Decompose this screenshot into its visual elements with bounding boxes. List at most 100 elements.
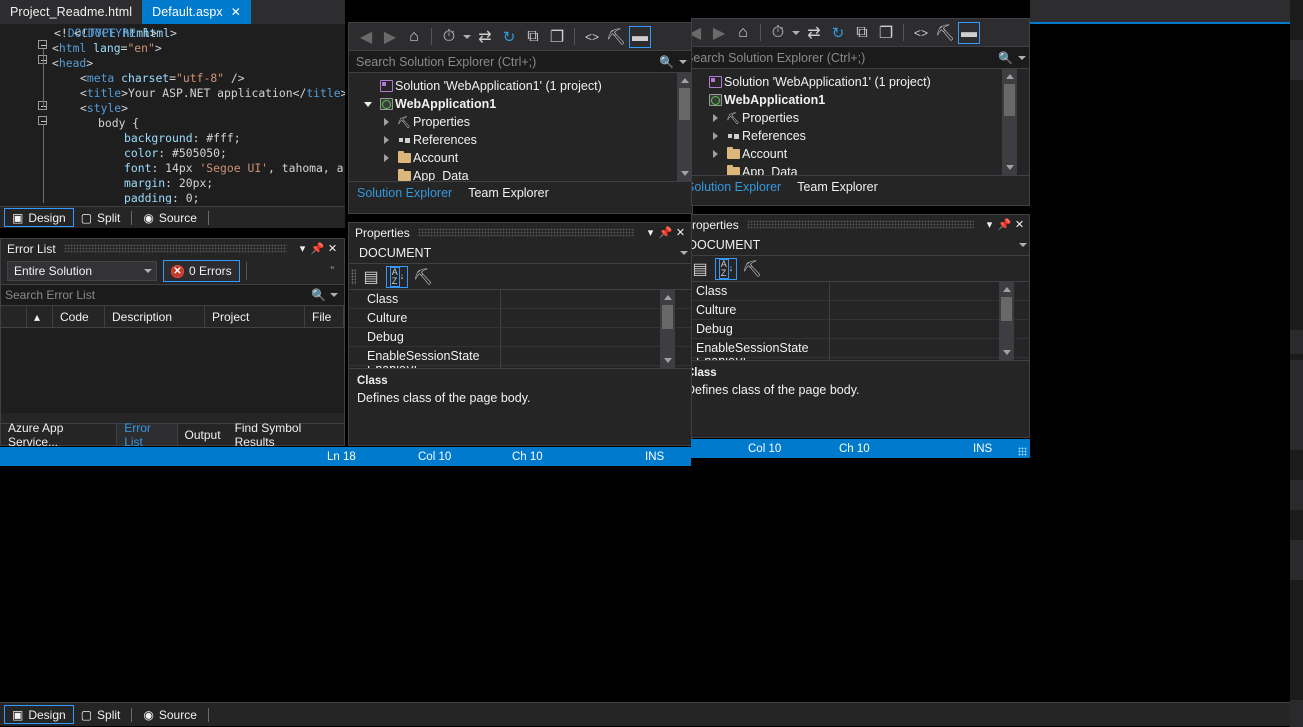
- pending-changes-icon[interactable]: ⏱: [438, 26, 460, 48]
- tree-expander-closed[interactable]: [706, 132, 724, 140]
- chevron-down-icon[interactable]: [679, 60, 687, 64]
- properties-grid-secondary[interactable]: Class Culture Debug EnableSessionState E…: [691, 282, 1030, 360]
- chevron-down-icon[interactable]: ▾: [643, 226, 658, 239]
- tab-team-explorer[interactable]: Team Explorer: [460, 182, 557, 203]
- scrollbar-thumb[interactable]: [679, 88, 690, 120]
- scrollbar-segment[interactable]: [1290, 540, 1303, 580]
- tab-find-symbol-results[interactable]: Find Symbol Results: [228, 424, 344, 445]
- tree-expander-closed[interactable]: [706, 114, 724, 122]
- chevron-down-icon[interactable]: ▾: [295, 242, 310, 255]
- search-icon[interactable]: 🔍: [659, 55, 674, 69]
- scrollbar-segment[interactable]: [1290, 360, 1303, 450]
- chevron-down-icon[interactable]: [330, 293, 338, 297]
- tab-design-outer[interactable]: ▣ Design: [4, 705, 74, 724]
- back-icon[interactable]: ◀: [691, 22, 706, 44]
- column-header-file[interactable]: File: [305, 306, 344, 328]
- tree-node-properties[interactable]: ⛏ Properties: [349, 113, 692, 131]
- property-row[interactable]: EnableVi: [349, 366, 692, 368]
- tree-node-account[interactable]: Account: [349, 149, 692, 167]
- property-row[interactable]: Class: [349, 290, 692, 309]
- tree-node-app-data[interactable]: App_Data: [691, 163, 1030, 175]
- view-code-icon[interactable]: <>: [910, 22, 932, 44]
- column-header-icon[interactable]: [1, 306, 27, 328]
- column-header-project[interactable]: Project: [205, 306, 305, 328]
- properties-scrollbar-secondary[interactable]: [999, 282, 1014, 360]
- tab-azure-app-service[interactable]: Azure App Service...: [1, 424, 116, 445]
- solution-explorer-scrollbar[interactable]: [677, 73, 692, 181]
- error-list-search[interactable]: Search Error List 🔍: [1, 284, 344, 306]
- column-header-severity[interactable]: ▴: [27, 306, 53, 328]
- chevron-down-icon[interactable]: [680, 251, 688, 255]
- scrollbar-segment[interactable]: [1290, 330, 1303, 354]
- tab-split[interactable]: ▢ Split: [74, 208, 128, 227]
- solution-explorer-search-secondary[interactable]: Search Solution Explorer (Ctrl+;) 🔍: [691, 47, 1030, 69]
- panel-grip[interactable]: [64, 244, 287, 253]
- tree-node-properties[interactable]: ⛏ Properties: [691, 109, 1030, 127]
- scrollbar-segment[interactable]: [1290, 480, 1303, 510]
- search-icon[interactable]: 🔍: [998, 51, 1013, 65]
- tab-team-explorer[interactable]: Team Explorer: [789, 176, 886, 197]
- column-header-code[interactable]: Code: [53, 306, 105, 328]
- document-tab-project-readme[interactable]: Project_Readme.html: [0, 0, 142, 24]
- tree-node-references[interactable]: References: [691, 127, 1030, 145]
- chevron-down-icon[interactable]: [1019, 243, 1027, 247]
- tab-split-outer[interactable]: ▢ Split: [74, 705, 128, 724]
- overflow-icon[interactable]: ”: [330, 265, 338, 277]
- document-tab-default-aspx[interactable]: Default.aspx ✕: [142, 0, 251, 24]
- panel-grip[interactable]: [418, 228, 635, 237]
- chevron-down-icon[interactable]: [791, 22, 801, 44]
- close-icon[interactable]: ✕: [673, 226, 688, 239]
- scope-filter-dropdown[interactable]: Entire Solution: [7, 261, 157, 281]
- chevron-down-icon[interactable]: [1018, 56, 1026, 60]
- property-row[interactable]: Culture: [691, 301, 1030, 320]
- view-code-icon[interactable]: <>: [581, 26, 603, 48]
- solution-explorer-search[interactable]: Search Solution Explorer (Ctrl+;) 🔍: [349, 51, 692, 73]
- tree-expander-open[interactable]: [359, 102, 377, 107]
- pin-icon[interactable]: 📌: [658, 226, 673, 239]
- resize-grip[interactable]: [1018, 447, 1027, 456]
- close-icon[interactable]: ✕: [231, 6, 241, 18]
- toolbar-grip[interactable]: [351, 269, 356, 285]
- tab-solution-explorer[interactable]: Solution Explorer: [349, 182, 460, 203]
- forward-icon[interactable]: ▶: [379, 26, 401, 48]
- scrollbar-thumb[interactable]: [662, 305, 673, 329]
- window-vertical-scrollbar[interactable]: [1290, 0, 1303, 727]
- panel-grip[interactable]: [747, 220, 974, 229]
- column-header-description[interactable]: Description: [105, 306, 205, 328]
- close-icon[interactable]: ✕: [1012, 218, 1027, 231]
- tree-node-solution[interactable]: Solution 'WebApplication1' (1 project): [349, 77, 692, 95]
- forward-icon[interactable]: ▶: [708, 22, 730, 44]
- properties-icon[interactable]: ⛏: [605, 26, 627, 48]
- chevron-down-icon[interactable]: [462, 26, 472, 48]
- home-icon[interactable]: ⌂: [403, 26, 425, 48]
- collapse-all-icon[interactable]: ⧉: [851, 22, 873, 44]
- scroll-down-icon[interactable]: [1003, 345, 1011, 360]
- outline-collapse-html[interactable]: [38, 40, 47, 49]
- tab-solution-explorer[interactable]: Solution Explorer: [691, 176, 789, 197]
- tab-source[interactable]: ◉ Source: [136, 208, 204, 227]
- search-icon[interactable]: 🔍: [311, 288, 326, 302]
- alphabetical-sort-icon[interactable]: AZ↓: [715, 258, 737, 280]
- preview-selected-items-icon[interactable]: ▬: [958, 22, 980, 44]
- property-row[interactable]: EnableSessionState: [349, 347, 692, 366]
- scrollbar-thumb[interactable]: [1004, 84, 1015, 116]
- properties-scrollbar[interactable]: [660, 290, 675, 368]
- show-all-files-icon[interactable]: ❐: [546, 26, 568, 48]
- errors-filter-button[interactable]: ✕ 0 Errors: [163, 260, 240, 282]
- outline-collapse-body[interactable]: [38, 116, 47, 125]
- preview-selected-items-icon[interactable]: ▬: [629, 26, 651, 48]
- refresh-icon[interactable]: ↻: [498, 26, 520, 48]
- properties-icon[interactable]: ⛏: [934, 22, 956, 44]
- solution-explorer-tree-secondary[interactable]: Solution 'WebApplication1' (1 project) W…: [691, 69, 1030, 175]
- pin-icon[interactable]: 📌: [997, 218, 1012, 231]
- back-icon[interactable]: ◀: [355, 26, 377, 48]
- categorized-icon[interactable]: ▤: [691, 258, 711, 280]
- property-row[interactable]: EnableVi: [691, 358, 1030, 360]
- solution-explorer-tree[interactable]: Solution 'WebApplication1' (1 project) W…: [349, 73, 692, 181]
- collapse-all-icon[interactable]: ⧉: [522, 26, 544, 48]
- tab-error-list[interactable]: Error List: [116, 424, 177, 445]
- tree-expander-closed[interactable]: [377, 154, 395, 162]
- tree-node-solution[interactable]: Solution 'WebApplication1' (1 project): [691, 73, 1030, 91]
- tree-node-account[interactable]: Account: [691, 145, 1030, 163]
- property-row[interactable]: Debug: [691, 320, 1030, 339]
